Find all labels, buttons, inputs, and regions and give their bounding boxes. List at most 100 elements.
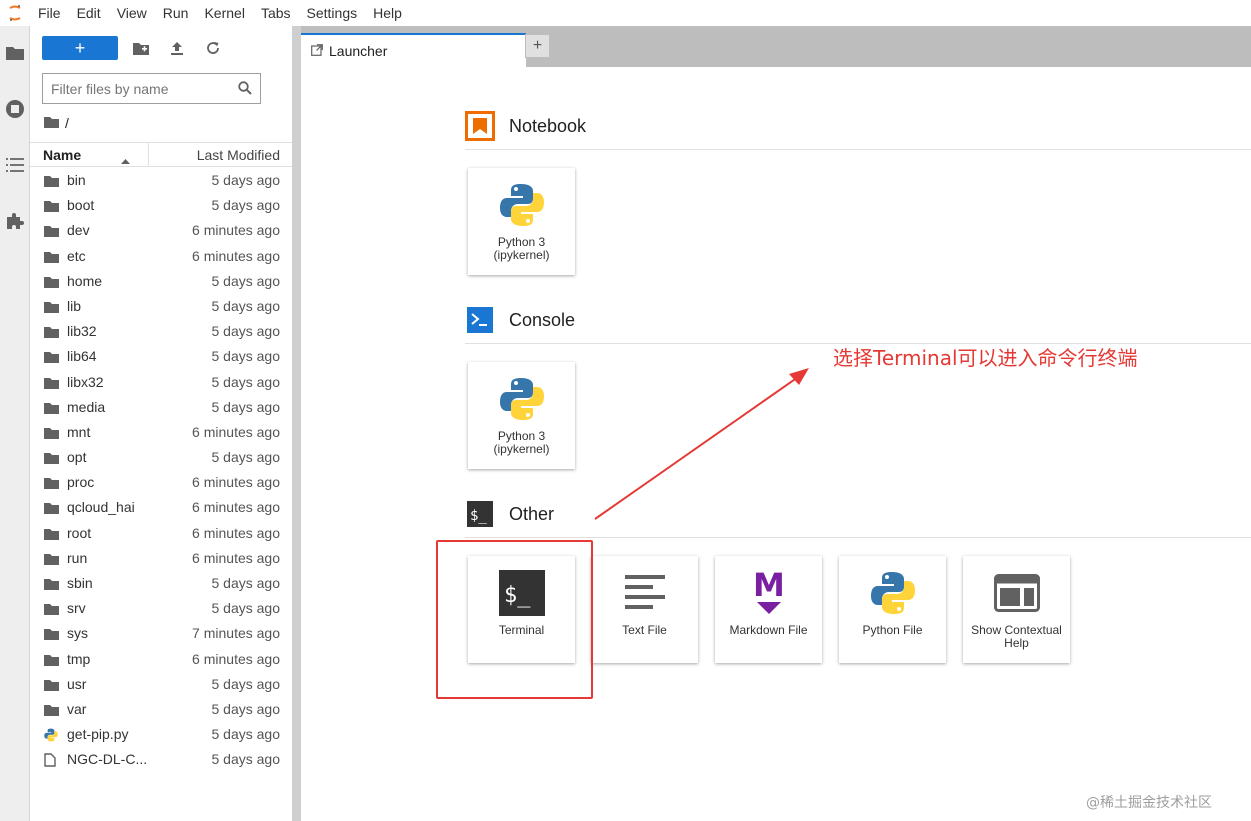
console-python3-card[interactable]: Python 3 (ipykernel) bbox=[468, 362, 575, 469]
file-row[interactable]: etc 6 minutes ago bbox=[30, 244, 292, 269]
menu-run[interactable]: Run bbox=[155, 0, 197, 26]
new-launcher-button[interactable]: + bbox=[42, 36, 118, 60]
file-row[interactable]: dev 6 minutes ago bbox=[30, 218, 292, 243]
file-name: boot bbox=[67, 197, 95, 214]
file-list: bin 5 days ago boot 5 days ago dev 6 minutes … bbox=[30, 168, 292, 773]
file-row[interactable]: boot 5 days ago bbox=[30, 193, 292, 218]
file-modified: 5 days ago bbox=[211, 700, 281, 717]
folder-icon[interactable] bbox=[0, 38, 30, 68]
folder-icon bbox=[44, 552, 59, 568]
file-name: mnt bbox=[67, 423, 91, 440]
notebook-python3-card[interactable]: Python 3 (ipykernel) bbox=[468, 168, 575, 275]
file-row[interactable]: mnt 6 minutes ago bbox=[30, 420, 292, 445]
file-row[interactable]: run 6 minutes ago bbox=[30, 546, 292, 571]
file-icon bbox=[44, 753, 56, 770]
python-icon bbox=[495, 178, 549, 232]
markdown-file-card[interactable]: M Markdown File bbox=[715, 556, 822, 663]
folder-icon bbox=[44, 224, 59, 240]
card-label: Python File bbox=[862, 623, 923, 637]
file-row[interactable]: get-pip.py 5 days ago bbox=[30, 722, 292, 747]
menu-bar: File Edit View Run Kernel Tabs Settings … bbox=[0, 0, 1251, 26]
card-label: Show Contextual Help bbox=[971, 623, 1062, 650]
menu-settings[interactable]: Settings bbox=[299, 0, 366, 26]
file-modified: 6 minutes ago bbox=[192, 524, 280, 541]
new-folder-icon[interactable] bbox=[128, 36, 154, 60]
file-modified: 5 days ago bbox=[211, 449, 281, 466]
notebook-icon bbox=[465, 111, 495, 141]
file-row[interactable]: srv 5 days ago bbox=[30, 596, 292, 621]
file-name: get-pip.py bbox=[67, 726, 129, 743]
file-name: lib64 bbox=[67, 348, 97, 365]
tab-launcher[interactable]: Launcher bbox=[301, 33, 526, 67]
column-last-modified-header[interactable]: Last Modified bbox=[197, 147, 280, 163]
file-row[interactable]: media 5 days ago bbox=[30, 395, 292, 420]
file-row[interactable]: home 5 days ago bbox=[30, 269, 292, 294]
python-file-card[interactable]: Python File bbox=[839, 556, 946, 663]
contextual-help-icon bbox=[990, 566, 1044, 620]
breadcrumb-root[interactable]: / bbox=[65, 115, 69, 131]
file-row[interactable]: opt 5 days ago bbox=[30, 445, 292, 470]
file-name: libx32 bbox=[67, 373, 104, 390]
filter-files-field[interactable] bbox=[42, 73, 261, 104]
tab-bar: Launcher + bbox=[301, 26, 1251, 67]
console-section-title: Console bbox=[465, 305, 575, 335]
file-row[interactable]: usr 5 days ago bbox=[30, 672, 292, 697]
file-row[interactable]: root 6 minutes ago bbox=[30, 521, 292, 546]
file-name: tmp bbox=[67, 650, 91, 667]
folder-icon bbox=[44, 678, 59, 694]
table-of-contents-icon[interactable] bbox=[0, 150, 30, 180]
menu-file[interactable]: File bbox=[30, 0, 69, 26]
file-row[interactable]: sys 7 minutes ago bbox=[30, 621, 292, 646]
file-row[interactable]: lib32 5 days ago bbox=[30, 319, 292, 344]
folder-icon bbox=[44, 527, 59, 543]
file-row[interactable]: lib64 5 days ago bbox=[30, 344, 292, 369]
file-row[interactable]: sbin 5 days ago bbox=[30, 571, 292, 596]
file-modified: 5 days ago bbox=[211, 348, 281, 365]
file-name: run bbox=[67, 549, 88, 566]
file-row[interactable]: bin 5 days ago bbox=[30, 168, 292, 193]
folder-icon bbox=[44, 350, 59, 366]
file-modified: 6 minutes ago bbox=[192, 650, 280, 667]
home-folder-icon[interactable] bbox=[44, 115, 59, 131]
menu-view[interactable]: View bbox=[109, 0, 155, 26]
file-row[interactable]: lib 5 days ago bbox=[30, 294, 292, 319]
menu-kernel[interactable]: Kernel bbox=[196, 0, 252, 26]
file-row[interactable]: libx32 5 days ago bbox=[30, 370, 292, 395]
menu-help[interactable]: Help bbox=[365, 0, 410, 26]
folder-icon bbox=[44, 703, 59, 719]
file-row[interactable]: qcloud_hai 6 minutes ago bbox=[30, 495, 292, 520]
refresh-icon[interactable] bbox=[200, 36, 226, 60]
folder-icon bbox=[44, 577, 59, 593]
card-sublabel: (ipykernel) bbox=[493, 248, 550, 262]
section-divider bbox=[465, 149, 1251, 150]
file-name: srv bbox=[67, 600, 86, 617]
filter-files-input[interactable] bbox=[51, 80, 231, 97]
file-row[interactable]: proc 6 minutes ago bbox=[30, 470, 292, 495]
svg-text:$_: $_ bbox=[470, 508, 487, 524]
upload-icon[interactable] bbox=[164, 36, 190, 60]
menu-tabs[interactable]: Tabs bbox=[253, 0, 299, 26]
column-name-header[interactable]: Name bbox=[43, 147, 81, 163]
file-name: media bbox=[67, 398, 106, 415]
file-row[interactable]: NGC-DL-C... 5 days ago bbox=[30, 747, 292, 772]
card-label: Markdown File bbox=[729, 623, 808, 637]
file-modified: 5 days ago bbox=[211, 197, 281, 214]
markdown-icon: M bbox=[742, 566, 796, 620]
file-row[interactable]: var 5 days ago bbox=[30, 697, 292, 722]
file-modified: 5 days ago bbox=[211, 323, 281, 340]
folder-icon bbox=[44, 250, 59, 266]
tab-label: Launcher bbox=[329, 43, 388, 59]
running-sessions-icon[interactable] bbox=[0, 94, 30, 124]
text-file-card[interactable]: Text File bbox=[591, 556, 698, 663]
sort-ascending-icon[interactable] bbox=[121, 151, 130, 167]
new-tab-button[interactable]: + bbox=[525, 34, 550, 58]
file-modified: 7 minutes ago bbox=[192, 625, 280, 642]
contextual-help-card[interactable]: Show Contextual Help bbox=[963, 556, 1070, 663]
extension-manager-icon[interactable] bbox=[0, 206, 30, 236]
folder-icon bbox=[44, 627, 59, 643]
file-modified: 6 minutes ago bbox=[192, 222, 280, 239]
menu-edit[interactable]: Edit bbox=[69, 0, 109, 26]
panel-splitter[interactable] bbox=[292, 26, 301, 821]
breadcrumb: / bbox=[44, 115, 69, 131]
file-row[interactable]: tmp 6 minutes ago bbox=[30, 647, 292, 672]
